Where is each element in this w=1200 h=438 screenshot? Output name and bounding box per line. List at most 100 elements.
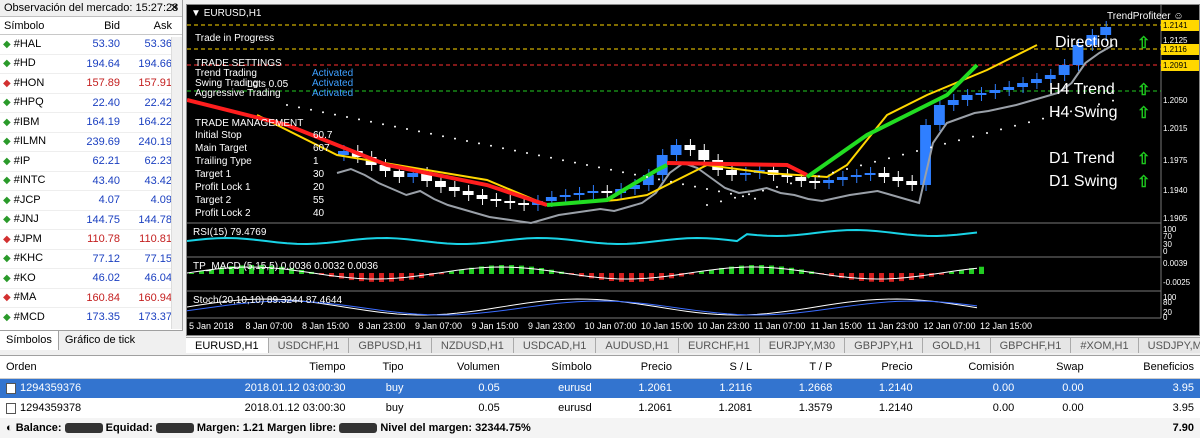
setting-key: Aggressive Trading (195, 88, 281, 99)
col-bid[interactable]: Bid (72, 17, 124, 34)
chart-tab[interactable]: EURJPY,M30 (760, 338, 846, 353)
trail-dot (646, 176, 648, 178)
market-row[interactable]: ◆ #HPQ 22.40 22.42 (0, 94, 182, 113)
trail-dot (658, 178, 660, 181)
table-row[interactable]: 1294359378 2018.01.12 03:00:30 buy 0.05 euru… (0, 398, 1200, 418)
bid-cell: 43.40 (92, 174, 120, 187)
orders-col-header[interactable]: T / P (758, 356, 839, 379)
chart-tab[interactable]: GOLD,H1 (923, 338, 991, 353)
market-watch-header: Símbolo Bid Ask (0, 17, 182, 35)
chart-tab[interactable]: AUDUSD,H1 (596, 338, 679, 353)
bid-cell: 22.40 (92, 96, 120, 109)
candle (462, 191, 474, 195)
order-cell: 1.2081 (678, 398, 758, 418)
ask-cell: 22.42 (144, 96, 172, 109)
orders-col-header[interactable]: Precio (597, 356, 678, 379)
table-row[interactable]: 1294359376 2018.01.12 03:00:30 buy 0.05 euru… (0, 378, 1200, 398)
market-row[interactable]: ◆ #ILMN 239.69 240.19 (0, 133, 182, 152)
symbol-cell: ◆ #HPQ (0, 94, 72, 113)
chart-tab[interactable]: GBPJPY,H1 (845, 338, 924, 353)
trail-dot (720, 200, 722, 203)
market-row[interactable]: ◆ #HON 157.89 157.91 (0, 74, 182, 94)
market-row[interactable]: ◆ #JNJ 144.75 144.78 (0, 211, 182, 230)
ask-cell: 164.22 (138, 116, 172, 128)
mgmt-key: Profit Lock 1 (195, 182, 251, 193)
trail-dot (718, 190, 720, 193)
orders-col-header[interactable]: S / L (677, 356, 759, 379)
ask-cell: 240.19 (138, 135, 172, 148)
trail-dot (706, 188, 708, 190)
market-row[interactable]: ◆ #MCD 173.35 173.37 (0, 308, 182, 327)
cell-text: eurusd (558, 382, 592, 395)
orders-col-header[interactable]: Orden (0, 356, 154, 379)
chart-tab[interactable]: USDJPY,M5 (1139, 338, 1200, 353)
symbol-name: #KO (13, 271, 36, 284)
col-symbol[interactable]: Símbolo (0, 17, 72, 34)
candle (670, 145, 682, 155)
trail-dot (916, 150, 918, 152)
orders-col-header[interactable]: Precio (838, 356, 919, 379)
market-row[interactable]: ◆ #HD 194.64 194.66 (0, 55, 182, 74)
macd-bar (979, 266, 984, 274)
mgmt-key: Main Target (195, 143, 248, 154)
orders-col-header[interactable]: Beneficios (1089, 356, 1200, 379)
arrow-up-icon: ⇧ (1137, 174, 1151, 191)
trail-dot (550, 156, 552, 159)
col-ask[interactable]: Ask (124, 17, 176, 34)
trail-dot (370, 120, 372, 123)
orders-col-header[interactable]: Tipo (351, 356, 410, 379)
bid-cell: 77.12 (92, 252, 120, 265)
tab-tick-chart[interactable]: Gráfico de tick (59, 331, 141, 350)
market-row[interactable]: ◆ #KO 46.02 46.04 (0, 269, 182, 289)
market-row[interactable]: ◆ #MA 160.84 160.94 (0, 289, 182, 308)
trail-dot (818, 175, 820, 178)
arrow-up-icon: ◆ (3, 136, 11, 148)
orders-col-header[interactable]: Símbolo (505, 356, 598, 379)
chart-tab[interactable]: #XOM,H1 (1071, 338, 1139, 353)
scrollbar[interactable] (171, 37, 182, 329)
trail-dot (804, 178, 806, 181)
orders-col-header[interactable]: Volumen (409, 356, 506, 379)
chart-tab[interactable]: GBPUSD,H1 (349, 338, 432, 353)
trail-dot (454, 137, 456, 140)
symbol-cell: ◆ #IP (0, 152, 72, 171)
macd-bar (839, 273, 844, 279)
market-row[interactable]: ◆ #INTC 43.40 43.42 (0, 172, 182, 191)
chart-tab[interactable]: USDCHF,H1 (269, 338, 350, 353)
trail-dot (944, 142, 946, 145)
market-row[interactable]: ◆ #IP 62.21 62.23 (0, 152, 182, 172)
orders-col-header[interactable]: Tiempo (153, 356, 352, 379)
symbol-cell: ◆ #MCD (0, 308, 72, 327)
market-row[interactable]: ◆ #JCP 4.07 4.09 (0, 191, 182, 211)
order-cell: 0.00 (1020, 378, 1090, 398)
macd-bar (509, 265, 514, 274)
cell-text: 2018.01.12 03:00:30 (244, 382, 346, 395)
symbol-name: #HD (13, 57, 36, 69)
trail-dot (958, 139, 960, 142)
time-tick: 10 Jan 23:00 (697, 321, 750, 331)
arrow-up-icon: ◆ (3, 214, 11, 226)
orders-body: 1294359376 2018.01.12 03:00:30 buy 0.05 euru… (0, 378, 1200, 438)
candle (587, 191, 599, 193)
market-row[interactable]: ◆ #HAL 53.30 53.36 (0, 35, 182, 55)
chart-window[interactable]: ▼ EURUSD,H1 TrendProfiteer ☺ Trade in Pr… (186, 4, 1200, 336)
arrow-up-icon: ◆ (3, 175, 11, 187)
order-cell: 1.2140 (838, 398, 918, 418)
market-row[interactable]: ◆ #JPM 110.78 110.81 (0, 230, 182, 250)
chart-tab[interactable]: GBPCHF,H1 (991, 338, 1072, 353)
orders-col-header[interactable]: Comisión (918, 356, 1021, 379)
market-watch-panel: Observación del mercado: 15:27:23 ✕ Símb… (0, 0, 183, 350)
trail-dot (1014, 124, 1016, 127)
close-icon[interactable]: ✕ (170, 1, 179, 14)
tab-symbols[interactable]: Símbolos (0, 331, 59, 350)
market-row[interactable]: ◆ #IBM 164.19 164.22 (0, 113, 182, 133)
macd-scale-tick: -0.0025 (1163, 278, 1191, 287)
orders-col-header[interactable]: Swap (1020, 356, 1090, 379)
chart-tab[interactable]: USDCAD,H1 (514, 338, 597, 353)
chart-tab[interactable]: EURUSD,H1 (186, 338, 269, 353)
chart-tab[interactable]: EURCHF,H1 (679, 338, 760, 353)
market-row[interactable]: ◆ #KHC 77.12 77.15 (0, 250, 182, 269)
price-tick: 1.2116 (1161, 44, 1199, 55)
rsi-scale-tick: 0 (1163, 247, 1168, 256)
chart-tab[interactable]: NZDUSD,H1 (432, 338, 514, 353)
